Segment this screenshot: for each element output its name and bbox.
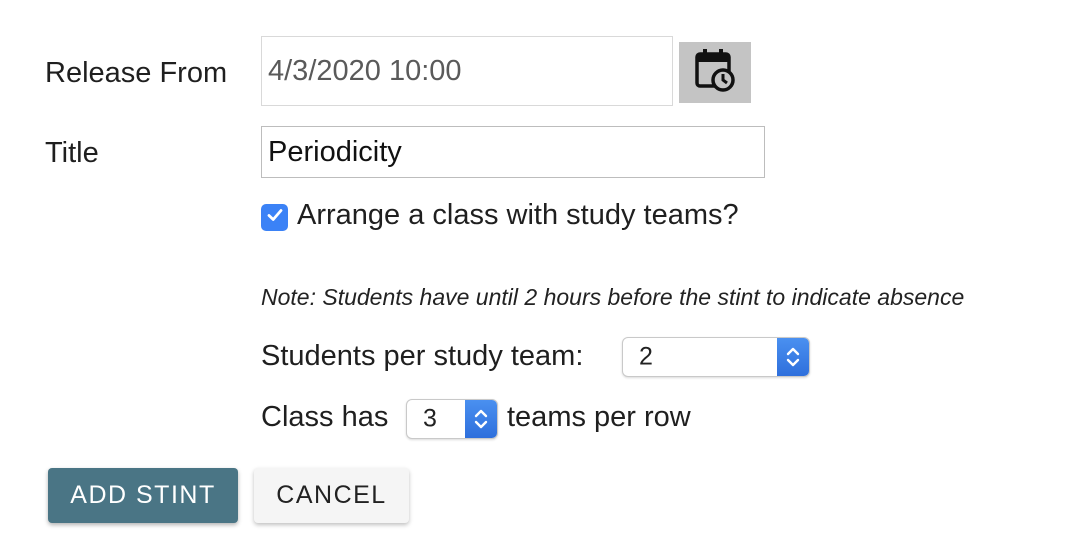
- cancel-button[interactable]: CANCEL: [254, 468, 409, 523]
- title-input[interactable]: [261, 126, 765, 178]
- select-arrows-icon: [777, 338, 809, 376]
- select-arrows-icon: [465, 400, 497, 438]
- checkmark-icon: [265, 205, 285, 230]
- calendar-picker-button[interactable]: [679, 42, 751, 103]
- teams-per-row-select[interactable]: 3: [406, 399, 498, 439]
- students-per-team-label: Students per study team:: [261, 340, 584, 372]
- study-teams-checkbox[interactable]: [261, 204, 288, 231]
- release-from-label: Release From: [45, 57, 228, 89]
- absence-note: Note: Students have until 2 hours before…: [261, 284, 965, 310]
- teams-per-row-value: 3: [423, 404, 437, 433]
- teams-per-row-label: teams per row: [507, 401, 691, 433]
- title-label: Title: [45, 137, 99, 169]
- study-teams-checkbox-label[interactable]: Arrange a class with study teams?: [297, 199, 739, 232]
- release-from-input[interactable]: [261, 36, 673, 106]
- students-per-team-value: 2: [639, 342, 653, 371]
- add-stint-button[interactable]: ADD STINT: [48, 468, 238, 523]
- calendar-clock-icon: [695, 48, 735, 97]
- students-per-team-select[interactable]: 2: [622, 337, 810, 377]
- class-has-label: Class has: [261, 401, 389, 433]
